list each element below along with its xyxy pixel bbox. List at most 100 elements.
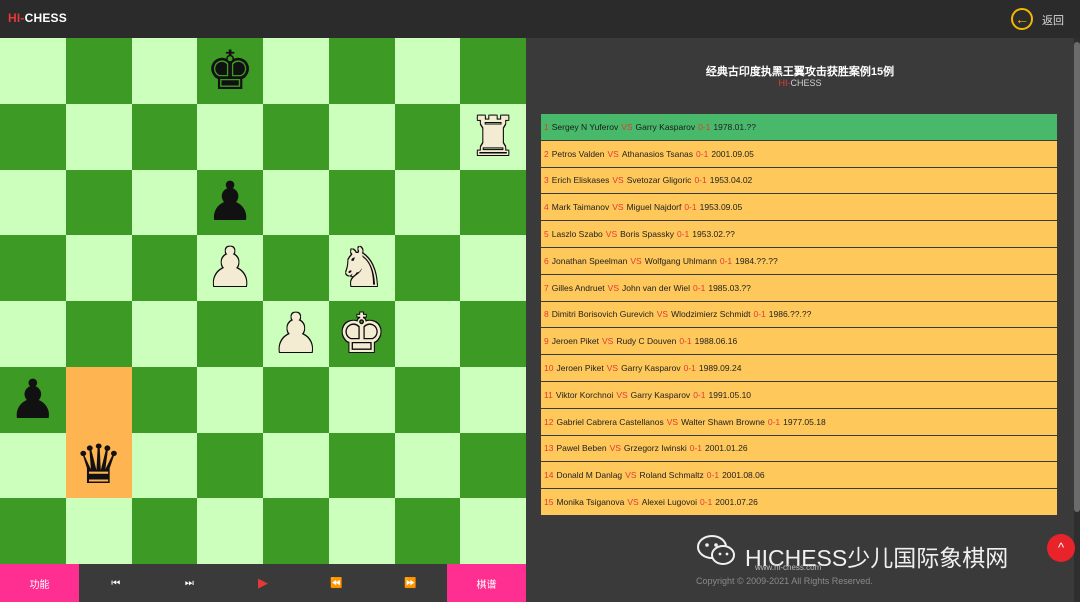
game-row[interactable]: 6 Jonathan Speelman VS Wolfgang Uhlmann 0-1 1… xyxy=(541,247,1057,275)
square-e8[interactable] xyxy=(263,38,329,104)
black-pawn-piece[interactable]: ♟ xyxy=(9,372,57,427)
game-row[interactable]: 14 Donald M Danlag VS Roland Schmaltz 0-1 200… xyxy=(541,462,1057,490)
square-g2[interactable] xyxy=(394,432,461,499)
square-c3[interactable] xyxy=(131,366,198,433)
previous-move-icon[interactable]: ⏪ xyxy=(299,564,374,602)
square-c2[interactable] xyxy=(131,432,198,499)
game-row[interactable]: 11 Viktor Korchnoi VS Garry Kasparov 0-1 1991… xyxy=(541,381,1057,409)
game-row[interactable]: 8 Dimitri Borisovich Gurevich VS Wlodzimier… xyxy=(541,301,1057,329)
game-row[interactable]: 12 Gabriel Cabrera Castellanos VS Walter Sh… xyxy=(541,408,1057,436)
square-g4[interactable] xyxy=(394,301,461,367)
black-queen-piece[interactable]: ♛ xyxy=(74,438,122,492)
square-f7[interactable] xyxy=(328,103,395,170)
square-d4[interactable] xyxy=(197,301,263,367)
square-b7[interactable] xyxy=(65,103,132,170)
square-g6[interactable] xyxy=(394,169,461,236)
square-e1[interactable] xyxy=(263,498,329,564)
game-row[interactable]: 3 Erich Eliskases VS Svetozar Gligoric 0-1 19… xyxy=(541,167,1057,195)
square-f3[interactable] xyxy=(328,366,395,433)
square-e4[interactable]: ♟ xyxy=(263,301,329,367)
square-c7[interactable] xyxy=(131,103,198,170)
square-a4[interactable] xyxy=(0,301,66,367)
square-a6[interactable] xyxy=(0,169,66,236)
square-d7[interactable] xyxy=(197,103,263,170)
up-arrow-icon[interactable]: ^ xyxy=(1047,534,1075,562)
square-a3[interactable]: ♟ xyxy=(0,366,66,433)
white-knight-piece[interactable]: ♞ xyxy=(337,241,385,295)
chess-board[interactable]: ♚ ♜ ♟ ♟ ♞ ♟ ♚ ♟ ♛ xyxy=(0,38,526,564)
square-b8[interactable] xyxy=(65,38,132,104)
square-c8[interactable] xyxy=(131,38,198,104)
game-record-button[interactable]: 棋谱 xyxy=(446,564,526,602)
game-row[interactable]: 1 Sergey N Yuferov VS Garry Kasparov 0-1 1978… xyxy=(541,114,1057,141)
square-g3[interactable] xyxy=(394,366,461,433)
square-d3[interactable] xyxy=(197,366,263,433)
play-icon[interactable]: ▶ xyxy=(226,564,300,602)
square-d1[interactable] xyxy=(197,498,263,564)
square-a5[interactable] xyxy=(0,235,66,301)
square-h2[interactable] xyxy=(460,432,526,499)
function-button[interactable]: 功能 xyxy=(0,564,79,602)
square-f2[interactable] xyxy=(328,432,395,499)
back-arrow-icon[interactable]: ← xyxy=(1011,8,1033,30)
black-king-piece[interactable]: ♚ xyxy=(206,43,254,98)
square-h5[interactable] xyxy=(460,235,526,301)
square-e5[interactable] xyxy=(263,235,329,301)
square-h7[interactable]: ♜ xyxy=(460,103,526,170)
square-g5[interactable] xyxy=(394,235,461,301)
square-g1[interactable] xyxy=(394,498,461,564)
square-a1[interactable] xyxy=(0,498,66,564)
square-b6[interactable] xyxy=(65,169,132,236)
square-f1[interactable] xyxy=(328,498,395,564)
square-e7[interactable] xyxy=(263,103,329,170)
game-row[interactable]: 2 Petros Valden VS Athanasios Tsanas 0-1 2001… xyxy=(541,140,1057,168)
square-b3[interactable] xyxy=(65,366,132,433)
white-pawn-piece[interactable]: ♟ xyxy=(206,241,254,295)
scrollbar-thumb[interactable] xyxy=(1074,42,1080,512)
square-e3[interactable] xyxy=(263,366,329,433)
game-row[interactable]: 7 Gilles Andruet VS John van der Wiel 0-1 198… xyxy=(541,274,1057,302)
first-move-icon[interactable]: ⏮ xyxy=(79,564,153,602)
square-h1[interactable] xyxy=(460,498,526,564)
game-row[interactable]: 5 Laszlo Szabo VS Boris Spassky 0-1 1953.02.?… xyxy=(541,221,1057,248)
square-b4[interactable] xyxy=(65,301,132,367)
square-f5[interactable]: ♞ xyxy=(328,235,395,301)
game-row[interactable]: 9 Jeroen Piket VS Rudy C Douven 0-1 1988.06.1… xyxy=(541,328,1057,356)
square-h6[interactable] xyxy=(460,169,526,236)
square-d8[interactable]: ♚ xyxy=(197,38,263,104)
square-c5[interactable] xyxy=(131,235,198,301)
square-a7[interactable] xyxy=(0,103,66,170)
square-b5[interactable] xyxy=(65,235,132,301)
last-move-icon[interactable]: ⏭ xyxy=(152,564,227,602)
square-h4[interactable] xyxy=(460,301,526,367)
square-f4[interactable]: ♚ xyxy=(328,301,395,367)
square-a2[interactable] xyxy=(0,432,66,499)
square-c4[interactable] xyxy=(131,301,198,367)
square-c6[interactable] xyxy=(131,169,198,236)
game-row[interactable]: 13 Pawel Beben VS Grzegorz Iwinski 0-1 2001.0… xyxy=(541,435,1057,463)
black-pawn-piece[interactable]: ♟ xyxy=(206,175,254,229)
square-b2[interactable]: ♛ xyxy=(65,432,132,499)
back-button[interactable]: 返回 xyxy=(1042,12,1064,28)
game-row[interactable]: 15 Monika Tsiganova VS Alexei Lugovoi 0-1 200… xyxy=(541,489,1057,516)
square-g7[interactable] xyxy=(394,103,461,170)
square-f8[interactable] xyxy=(328,38,395,104)
square-e2[interactable] xyxy=(263,432,329,499)
square-h3[interactable] xyxy=(460,366,526,433)
square-a8[interactable] xyxy=(0,38,66,104)
square-c1[interactable] xyxy=(131,498,198,564)
white-pawn-piece[interactable]: ♟ xyxy=(272,306,320,361)
square-f6[interactable] xyxy=(328,169,395,236)
square-d5[interactable]: ♟ xyxy=(197,235,263,301)
square-d6[interactable]: ♟ xyxy=(197,169,263,236)
game-row[interactable]: 10 Jeroen Piket VS Garry Kasparov 0-1 1989.09… xyxy=(541,355,1057,382)
square-d2[interactable] xyxy=(197,432,263,499)
square-e6[interactable] xyxy=(263,169,329,236)
next-move-icon[interactable]: ⏩ xyxy=(373,564,447,602)
square-g8[interactable] xyxy=(394,38,461,104)
square-h8[interactable] xyxy=(460,38,526,104)
white-king-piece[interactable]: ♚ xyxy=(337,306,385,361)
square-b1[interactable] xyxy=(65,498,132,564)
white-rook-piece[interactable]: ♜ xyxy=(469,109,517,164)
game-row[interactable]: 4 Mark Taimanov VS Miguel Najdorf 0-1 1953.09… xyxy=(541,194,1057,222)
